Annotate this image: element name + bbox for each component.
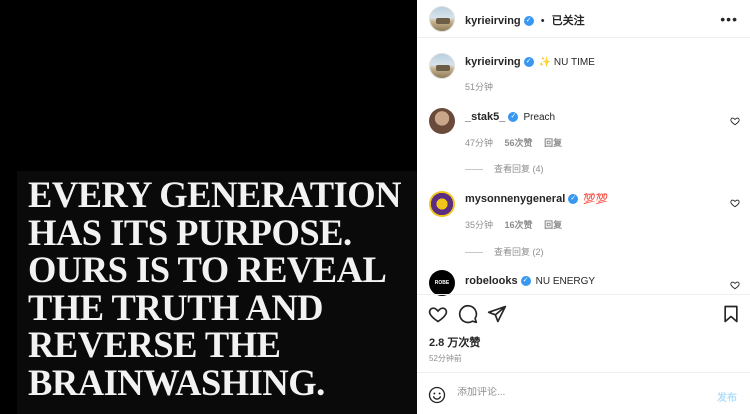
caption-username[interactable]: kyrieirving [465, 56, 521, 68]
header-username[interactable]: kyrieirving [465, 15, 521, 27]
caption-time: 51分钟 [465, 82, 494, 92]
quote-line: THE TRUTH AND [28, 286, 324, 328]
comment-time: 47分钟 [465, 138, 494, 148]
like-count[interactable]: 2.8 万次赞 [429, 334, 480, 350]
heart-icon[interactable] [730, 116, 740, 126]
avatar[interactable] [429, 191, 455, 217]
quote-line: REVERSE THE [28, 324, 281, 366]
like-heart-icon[interactable] [428, 304, 448, 324]
view-replies-button[interactable]: 查看回复 (4) [465, 162, 544, 175]
view-replies-label: 查看回复 (4) [494, 164, 544, 174]
post-time: 52分钟前 [429, 354, 462, 363]
quote-text: EVERY GENERATION HAS ITS PURPOSE. OURS I… [28, 176, 413, 402]
follow-status-button[interactable]: 已关注 [552, 15, 585, 27]
comment-line: mysonnenygeneral ✓ 💯💯 [465, 193, 608, 205]
reply-button[interactable]: 回复 [544, 138, 562, 148]
heart-icon[interactable] [730, 198, 740, 208]
avatar[interactable]: ROBE [429, 270, 455, 296]
bookmark-icon[interactable] [721, 304, 741, 324]
caption-text: ✨ NU TIME [538, 57, 595, 68]
comment-username[interactable]: robelooks [465, 275, 518, 287]
emoji-icon[interactable] [428, 386, 446, 404]
separator: • [540, 15, 545, 27]
avatar[interactable] [429, 53, 455, 79]
view-replies-button[interactable]: 查看回复 (2) [465, 245, 544, 258]
verified-icon: ✓ [523, 16, 534, 27]
caption-line: kyrieirving ✓ ✨ NU TIME [465, 56, 595, 68]
comment-line: _stak5_ ✓ Preach [465, 111, 555, 123]
post-media[interactable]: EVERY GENERATION HAS ITS PURPOSE. OURS I… [0, 0, 417, 414]
quote-line: EVERY GENERATION [28, 174, 402, 215]
comment-username[interactable]: mysonnenygeneral [465, 193, 565, 205]
verified-icon: ✓ [523, 57, 534, 68]
post-comment-button[interactable]: 发布 [717, 389, 737, 404]
verified-icon: ✓ [508, 112, 519, 123]
post-sidebar: kyrieirving ✓ • 已关注 ••• kyrieirving ✓ ✨ NU… [417, 0, 750, 414]
comment-text: Preach [523, 112, 556, 123]
divider-line [465, 169, 483, 171]
avatar[interactable] [429, 108, 455, 134]
comment-username[interactable]: _stak5_ [465, 111, 505, 123]
comment-meta: 47分钟 56次赞 回复 [465, 136, 571, 149]
share-paper-plane-icon[interactable] [487, 304, 507, 324]
comment-box-divider [417, 372, 750, 373]
comment-likes[interactable]: 16次赞 [505, 220, 533, 230]
avatar[interactable] [429, 6, 455, 32]
view-replies-label: 查看回复 (2) [494, 247, 544, 257]
avatar-text: ROBE [434, 280, 450, 286]
reply-button[interactable]: 回复 [544, 220, 562, 230]
quote-line: BRAINWASHING. [28, 361, 325, 403]
quote-line: HAS ITS PURPOSE. [28, 211, 352, 253]
post-header: kyrieirving ✓ • 已关注 [465, 12, 585, 28]
heart-icon[interactable] [730, 280, 740, 290]
comment-meta: 35分钟 16次赞 回复 [465, 218, 571, 231]
divider-line [465, 252, 483, 254]
header-divider [417, 37, 750, 38]
comment-likes[interactable]: 56次赞 [505, 138, 533, 148]
comment-line: robelooks ✓ NU ENERGY [465, 275, 595, 287]
verified-icon: ✓ [568, 194, 579, 205]
comment-input[interactable] [457, 387, 697, 398]
quote-line: OURS IS TO REVEAL [28, 249, 387, 291]
verified-icon: ✓ [520, 276, 531, 287]
comment-time: 35分钟 [465, 220, 494, 230]
comment-text: NU ENERGY [535, 276, 596, 287]
comment-text: 💯💯 [583, 194, 609, 205]
actions-divider [417, 294, 750, 295]
comment-bubble-icon[interactable] [458, 304, 478, 324]
more-horizontal-icon[interactable]: ••• [720, 11, 738, 27]
